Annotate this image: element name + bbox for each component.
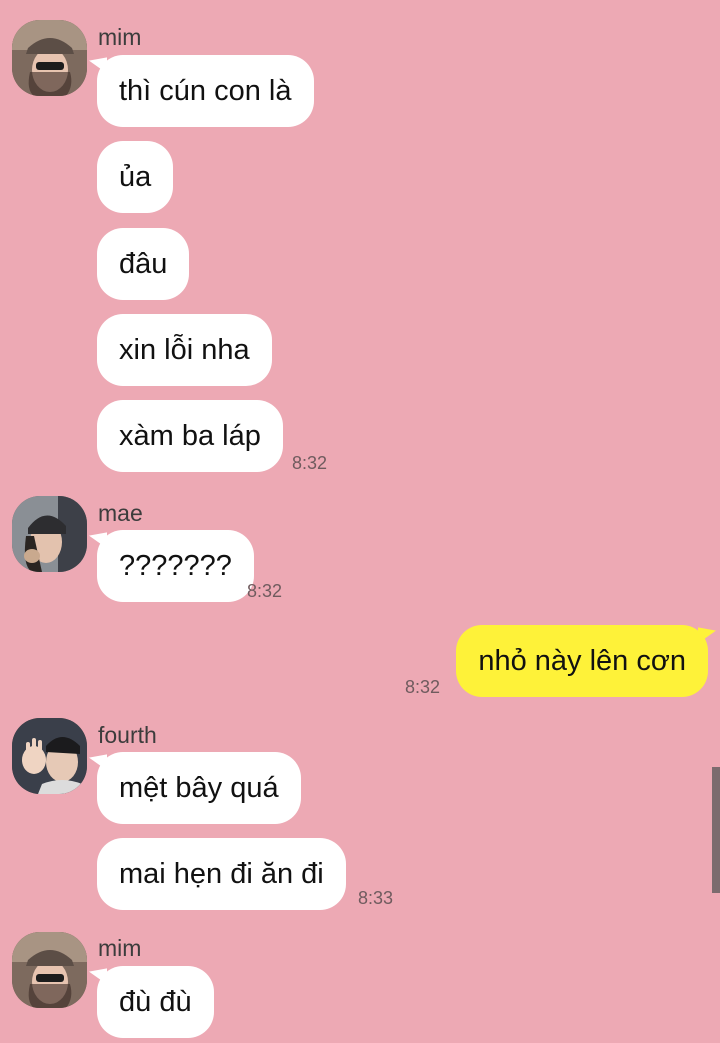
avatar-mim[interactable] <box>12 20 87 96</box>
profile-photo-cap-sunglasses-icon <box>12 20 87 96</box>
message-bubble[interactable]: xin lỗi nha <box>97 314 272 386</box>
message-bubble[interactable]: xàm ba láp <box>97 400 283 472</box>
message-bubble[interactable]: ủa <box>97 141 174 213</box>
avatar-fourth[interactable] <box>12 718 87 794</box>
profile-photo-waving-icon <box>12 718 87 794</box>
avatar-mae[interactable] <box>12 496 87 572</box>
message-bubble[interactable]: thì cún con là <box>97 55 314 127</box>
message-bubble[interactable]: mai hẹn đi ăn đi <box>97 838 346 910</box>
message-bubble[interactable]: mệt bây quá <box>97 752 301 824</box>
avatar-mim[interactable] <box>12 932 87 1008</box>
message-timestamp: 8:32 <box>405 677 441 697</box>
sender-name: mim <box>98 935 142 961</box>
message-bubble[interactable]: ??????? <box>97 530 254 602</box>
scrollbar[interactable] <box>712 767 720 893</box>
message-bubble[interactable]: đâu <box>97 228 190 300</box>
message-timestamp: 8:33 <box>358 888 394 908</box>
profile-photo-beanie-icon <box>12 496 87 572</box>
sender-name: mae <box>98 500 143 526</box>
message-timestamp: 8:32 <box>247 581 283 601</box>
message-timestamp: 8:32 <box>292 453 328 473</box>
sender-name: fourth <box>98 722 157 748</box>
my-message-bubble[interactable]: nhỏ này lên cơn <box>456 625 708 697</box>
sender-name: mim <box>98 24 142 50</box>
message-bubble[interactable]: đù đù <box>97 966 214 1038</box>
profile-photo-cap-sunglasses-icon <box>12 932 87 1008</box>
